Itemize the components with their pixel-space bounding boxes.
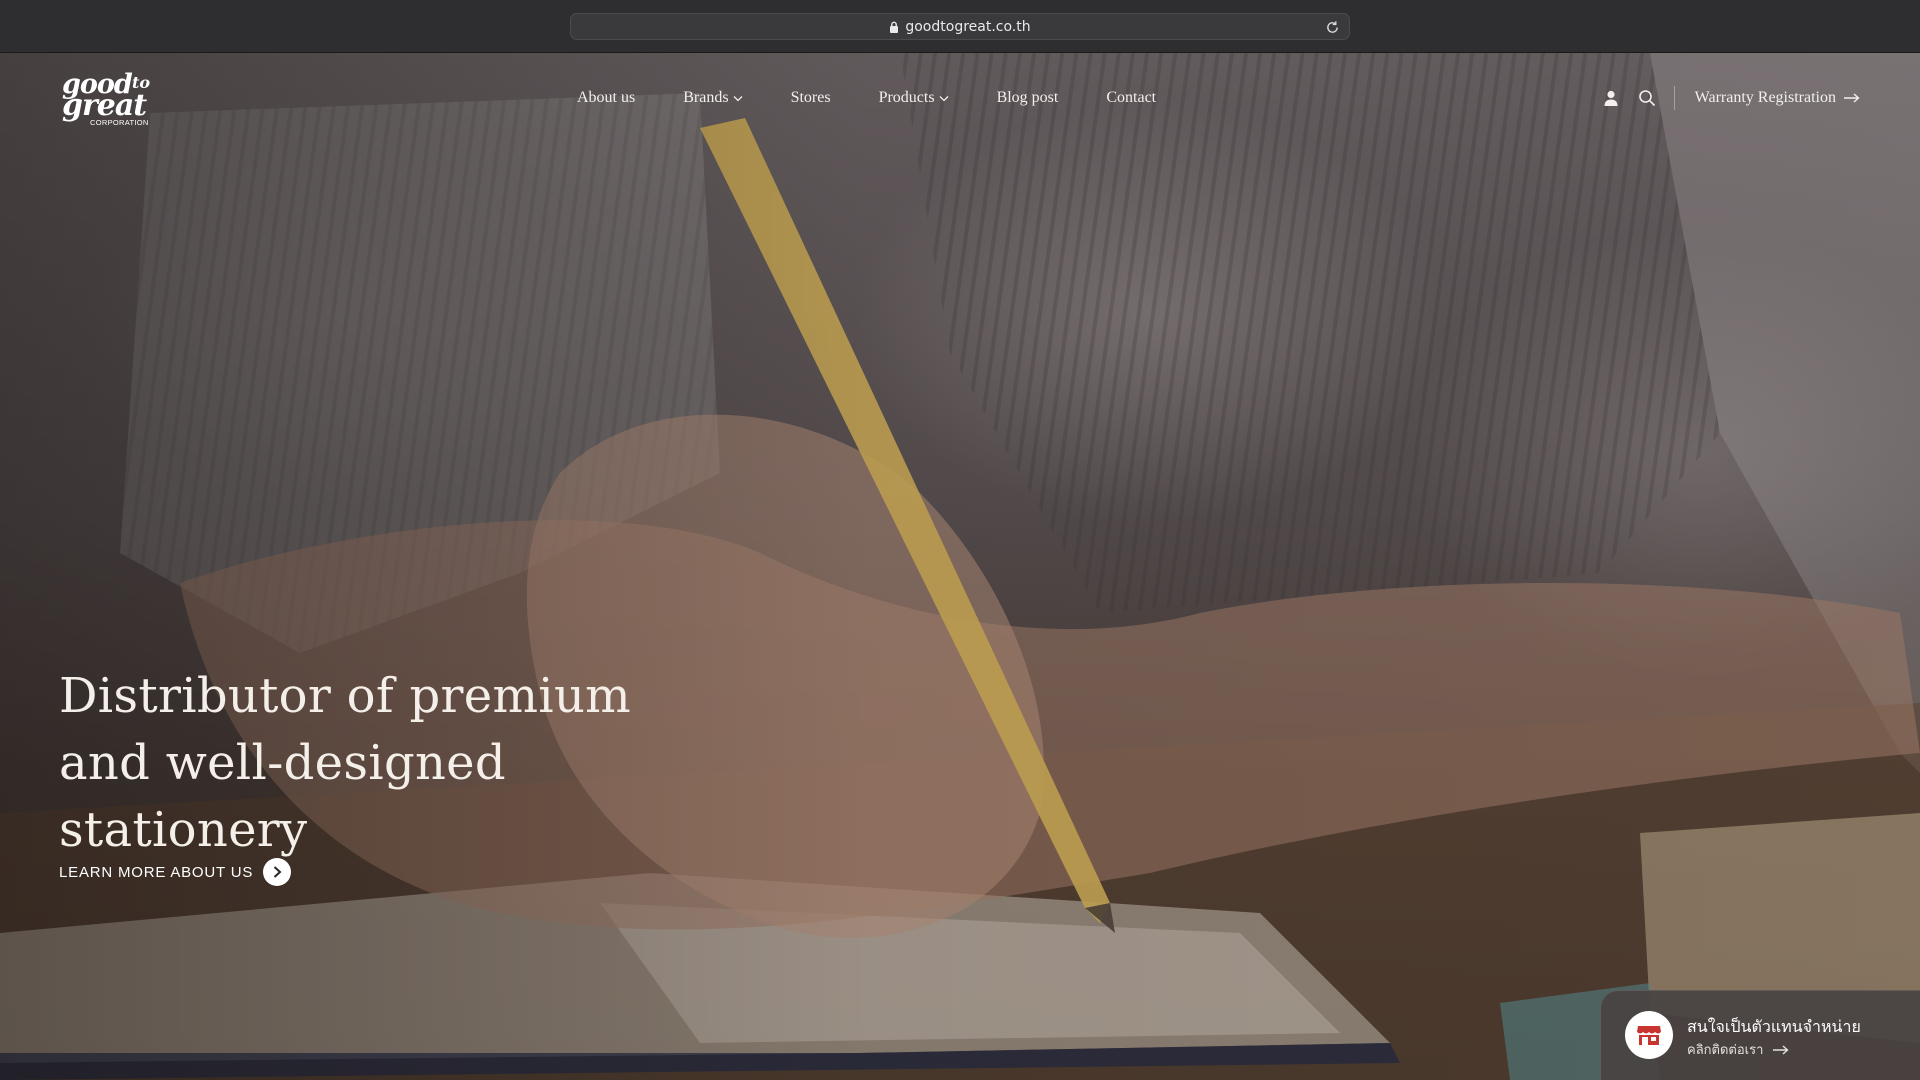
nav-item-stores[interactable]: Stores	[791, 89, 831, 107]
hero-section: good to great CORPORATION About us Brand…	[0, 53, 1920, 1080]
dealer-subtitle: คลิกติดต่อเรา	[1687, 1043, 1764, 1058]
dealer-title: สนใจเป็นตัวแทนจำหน่าย	[1687, 1017, 1861, 1036]
headline-line: stationery	[59, 802, 308, 858]
nav-utilities: Warranty Registration	[1602, 83, 1860, 113]
store-icon	[1637, 1026, 1661, 1045]
store-icon-badge	[1625, 1011, 1673, 1059]
learn-more-label: LEARN MORE ABOUT US	[59, 863, 254, 881]
chevron-down-icon	[939, 95, 949, 101]
hero-overlay	[0, 53, 1920, 1080]
dealer-subtitle-row: คลิกติดต่อเรา	[1687, 1039, 1789, 1060]
search-icon[interactable]	[1638, 89, 1656, 107]
chevron-right-circle-icon	[263, 858, 292, 886]
headline-line: Distributor of premium	[59, 668, 631, 724]
url-text: goodtogreat.co.th	[905, 18, 1031, 35]
browser-toolbar: goodtogreat.co.th	[0, 0, 1920, 53]
learn-more-button[interactable]: LEARN MORE ABOUT US	[59, 858, 292, 886]
lock-icon	[890, 21, 899, 33]
nav-item-label: Stores	[790, 89, 831, 106]
nav-item-label: Products	[878, 89, 935, 106]
headline-line: and well-designed	[59, 735, 506, 791]
main-nav: About us Brands Stores Products Blog pos…	[577, 86, 1204, 110]
logo-corporation: CORPORATION	[90, 118, 149, 127]
logo[interactable]: good to great CORPORATION	[60, 71, 160, 127]
nav-item-label: About us	[577, 89, 636, 106]
nav-item-products[interactable]: Products	[879, 89, 949, 107]
nav-divider	[1673, 86, 1675, 110]
nav-item-about-us[interactable]: About us	[577, 89, 635, 107]
nav-item-contact[interactable]: Contact	[1106, 89, 1156, 107]
reload-icon[interactable]	[1325, 20, 1340, 35]
nav-item-label: Brands	[683, 89, 729, 106]
nav-item-blog-post[interactable]: Blog post	[997, 89, 1059, 107]
arrow-right-icon	[1773, 1044, 1789, 1055]
user-icon[interactable]	[1602, 89, 1620, 107]
dealer-inquiry-widget[interactable]: สนใจเป็นตัวแทนจำหน่าย คลิกติดต่อเรา	[1600, 990, 1920, 1080]
chevron-down-icon	[733, 95, 743, 101]
nav-item-label: Contact	[1106, 89, 1157, 106]
warranty-label: Warranty Registration	[1694, 89, 1836, 106]
logo-word-great: great	[62, 88, 147, 123]
address-bar[interactable]: goodtogreat.co.th	[570, 13, 1350, 40]
warranty-registration-link[interactable]: Warranty Registration	[1695, 89, 1860, 107]
arrow-right-icon	[1844, 93, 1860, 103]
nav-item-label: Blog post	[996, 89, 1059, 106]
nav-item-brands[interactable]: Brands	[683, 89, 743, 107]
hero-headline: Distributor of premium and well-designed…	[59, 663, 699, 864]
